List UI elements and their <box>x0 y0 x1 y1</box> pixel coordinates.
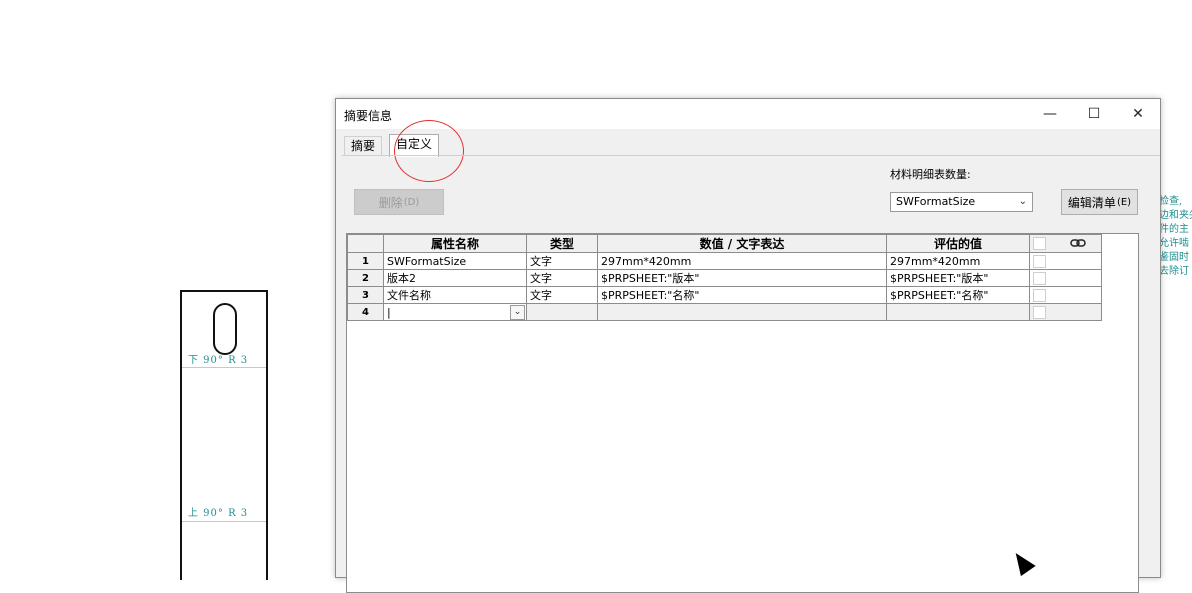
link-cell[interactable] <box>1029 286 1102 304</box>
highlight-circle <box>394 120 464 182</box>
evaluated-cell: $PRPSHEET:"版本" <box>886 269 1030 287</box>
bend-line-upper <box>182 521 266 522</box>
bend-line-lower <box>182 367 266 368</box>
value-cell[interactable]: 297mm*420mm <box>597 252 887 270</box>
table-row[interactable]: 1 SWFormatSize 文字 297mm*420mm 297mm*420m… <box>347 252 1102 270</box>
delete-button[interactable]: 删除 (D) <box>354 189 444 215</box>
note-line: 检查, <box>1159 196 1183 207</box>
column-header[interactable]: 类型 <box>526 234 598 253</box>
evaluated-cell: 297mm*420mm <box>886 252 1030 270</box>
column-header[interactable]: 属性名称 <box>383 234 527 253</box>
bend-label-upper: 上 90° R 3 <box>188 508 249 519</box>
table-row[interactable]: 2 版本2 文字 $PRPSHEET:"版本" $PRPSHEET:"版本" <box>347 269 1102 287</box>
link-cell[interactable] <box>1029 303 1102 321</box>
row-number[interactable]: 2 <box>347 269 384 287</box>
type-cell[interactable]: 文字 <box>526 252 598 270</box>
property-name-cell[interactable]: 文件名称 <box>383 286 527 304</box>
type-cell[interactable]: 文字 <box>526 269 598 287</box>
delete-button-label: 删除 <box>378 195 403 210</box>
select-all-checkbox[interactable] <box>1033 237 1046 251</box>
bom-quantity-select[interactable]: SWFormatSize ⌄ <box>890 192 1033 212</box>
value-cell[interactable]: $PRPSHEET:"版本" <box>597 269 887 287</box>
corner-cell <box>347 234 384 253</box>
column-header[interactable]: 评估的值 <box>886 234 1030 253</box>
property-name-cell[interactable]: 版本2 <box>383 269 527 287</box>
chevron-down-icon: ⌄ <box>1018 196 1027 207</box>
technical-notes: 检查, 边和夹尖 件的主 允许啮 鉴固时 去除订 <box>1159 195 1192 279</box>
edit-list-label: 编辑清单 <box>1067 195 1116 210</box>
minimize-icon[interactable]: — <box>1028 99 1072 129</box>
sheet-metal-part: 下 90° R 3 上 90° R 3 <box>180 290 268 580</box>
maximize-icon[interactable]: ☐ <box>1072 99 1116 129</box>
edit-list-accel: (E) <box>1116 196 1132 208</box>
value-cell[interactable] <box>597 303 887 321</box>
note-line: 去除订 <box>1159 266 1189 277</box>
link-checkbox[interactable] <box>1033 254 1046 268</box>
link-column-header[interactable] <box>1029 234 1102 253</box>
slot-hole <box>213 303 237 355</box>
column-header[interactable]: 数值 / 文字表达 <box>597 234 887 253</box>
custom-properties-grid: 属性名称 类型 数值 / 文字表达 评估的值 1 SWFormatSize 文字 <box>346 233 1139 593</box>
property-name-combo[interactable]: | ⌄ <box>383 303 527 321</box>
table-row[interactable]: 3 文件名称 文字 $PRPSHEET:"名称" $PRPSHEET:"名称" <box>347 286 1102 304</box>
link-checkbox[interactable] <box>1033 305 1046 319</box>
link-checkbox[interactable] <box>1033 288 1046 302</box>
value-cell[interactable]: $PRPSHEET:"名称" <box>597 286 887 304</box>
table-row-new[interactable]: 4 | ⌄ <box>347 303 1102 321</box>
properties-table: 属性名称 类型 数值 / 文字表达 评估的值 1 SWFormatSize 文字 <box>347 234 1102 321</box>
link-cell[interactable] <box>1029 269 1102 287</box>
text-caret: | <box>387 305 391 319</box>
row-number[interactable]: 1 <box>347 252 384 270</box>
row-number[interactable]: 3 <box>347 286 384 304</box>
link-icon <box>1070 237 1086 251</box>
evaluated-cell <box>886 303 1030 321</box>
table-header-row: 属性名称 类型 数值 / 文字表达 评估的值 <box>347 234 1102 253</box>
bend-label-lower: 下 90° R 3 <box>188 355 249 366</box>
dialog-content: 摘要 自定义 删除 (D) 材料明细表数量: SWFormatSize ⌄ 编辑清… <box>336 120 1160 593</box>
note-line: 件的主 <box>1159 224 1189 235</box>
tab-divider <box>342 155 1160 156</box>
note-line: 边和夹尖 <box>1159 210 1192 221</box>
evaluated-cell: $PRPSHEET:"名称" <box>886 286 1030 304</box>
property-name-cell[interactable]: SWFormatSize <box>383 252 527 270</box>
tab-bar: 摘要 自定义 <box>342 120 1160 182</box>
dialog-titlebar[interactable]: 摘要信息 — ☐ ✕ <box>336 99 1160 129</box>
note-line: 允许啮 <box>1159 238 1189 249</box>
delete-button-accel: (D) <box>403 196 420 208</box>
summary-info-dialog: 摘要信息 — ☐ ✕ 摘要 自定义 删除 (D) 材料明细表数量: SWForma… <box>335 98 1161 593</box>
link-checkbox[interactable] <box>1033 271 1046 285</box>
row-number[interactable]: 4 <box>347 303 384 321</box>
dialog-title: 摘要信息 <box>344 109 393 123</box>
bom-quantity-label: 材料明细表数量: <box>890 168 971 181</box>
chevron-down-icon[interactable]: ⌄ <box>510 305 525 320</box>
tab-summary[interactable]: 摘要 <box>344 136 383 156</box>
edit-list-button[interactable]: 编辑清单 (E) <box>1061 189 1138 215</box>
bom-quantity-value: SWFormatSize <box>896 195 976 208</box>
close-icon[interactable]: ✕ <box>1116 99 1160 129</box>
type-cell[interactable]: 文字 <box>526 286 598 304</box>
link-cell[interactable] <box>1029 252 1102 270</box>
type-cell[interactable] <box>526 303 598 321</box>
note-line: 鉴固时 <box>1159 252 1189 263</box>
